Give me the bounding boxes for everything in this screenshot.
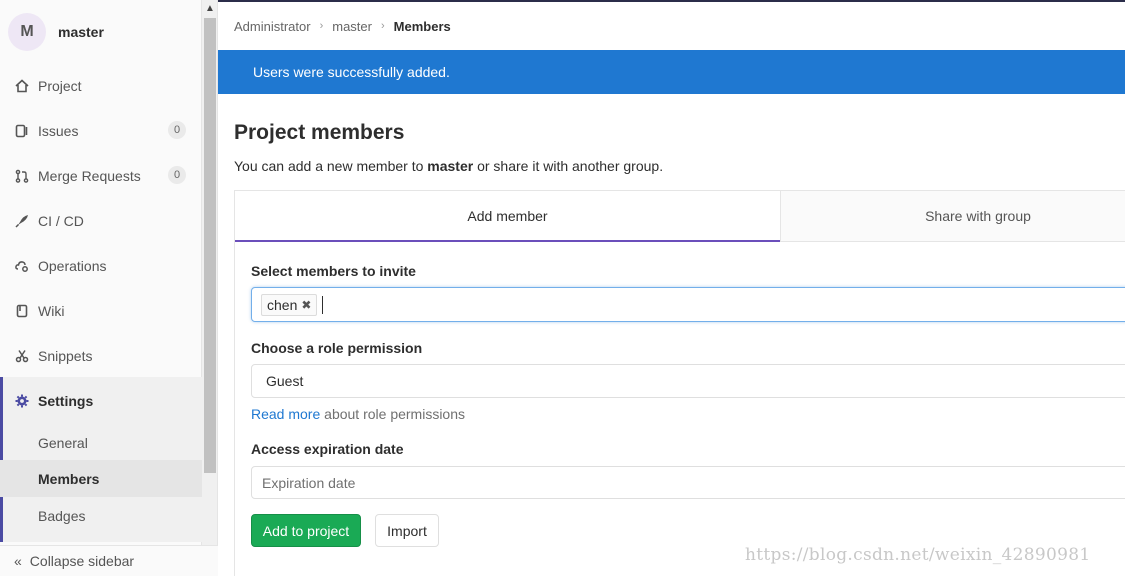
import-button[interactable]: Import bbox=[375, 514, 439, 547]
collapse-sidebar-button[interactable]: « Collapse sidebar bbox=[0, 545, 218, 576]
expiration-label: Access expiration date bbox=[251, 441, 404, 457]
sidebar-item-label: Operations bbox=[38, 258, 107, 274]
sidebar-subitem-general[interactable]: General bbox=[0, 424, 202, 461]
cloud-gear-icon bbox=[14, 258, 30, 274]
scrollbar-thumb[interactable] bbox=[204, 18, 216, 473]
sidebar-item-ci-cd[interactable]: CI / CD bbox=[0, 199, 202, 243]
flash-notice: Users were successfully added. bbox=[218, 50, 1125, 94]
role-select-value: Guest bbox=[266, 373, 304, 389]
sidebar-item-settings[interactable]: Settings bbox=[0, 379, 202, 423]
sidebar-subitem-members[interactable]: Members bbox=[0, 460, 202, 497]
breadcrumb-members[interactable]: Members bbox=[394, 19, 451, 34]
expiration-date-input[interactable]: Expiration date bbox=[251, 466, 1125, 499]
issues-count-badge: 0 bbox=[168, 121, 186, 139]
sidebar-item-issues[interactable]: Issues 0 bbox=[0, 109, 202, 153]
sidebar: M master Project Issues 0 Merge Requests… bbox=[0, 0, 202, 576]
text-caret bbox=[322, 296, 323, 314]
rocket-icon bbox=[14, 213, 30, 229]
project-name: master bbox=[58, 24, 104, 40]
breadcrumb-administrator[interactable]: Administrator bbox=[234, 19, 311, 34]
page-description-text-end: or share it with another group. bbox=[473, 158, 664, 174]
project-context[interactable]: M master bbox=[8, 12, 104, 52]
chevron-right-icon: › bbox=[380, 20, 385, 32]
sidebar-item-label: Merge Requests bbox=[38, 168, 141, 184]
page-description-text: You can add a new member to bbox=[234, 158, 428, 174]
issues-icon bbox=[14, 123, 30, 139]
role-label: Choose a role permission bbox=[251, 340, 423, 356]
watermark-text: https://blog.csdn.net/weixin_42890981 bbox=[745, 545, 1091, 565]
sidebar-item-snippets[interactable]: Snippets bbox=[0, 334, 202, 378]
sidebar-scrollbar[interactable]: ▲ bbox=[202, 0, 218, 576]
sidebar-item-label: Issues bbox=[38, 123, 79, 139]
sidebar-item-operations[interactable]: Operations bbox=[0, 244, 202, 288]
collapse-sidebar-label: Collapse sidebar bbox=[29, 553, 135, 569]
expiration-placeholder: Expiration date bbox=[262, 474, 356, 491]
page-title: Project members bbox=[234, 121, 405, 144]
sidebar-item-label: Project bbox=[38, 78, 82, 94]
role-help-suffix: about role permissions bbox=[320, 406, 466, 422]
remove-token-icon[interactable]: ✖ bbox=[301, 298, 311, 312]
flash-message: Users were successfully added. bbox=[253, 64, 450, 80]
gear-icon bbox=[14, 393, 30, 409]
double-chevron-left-icon: « bbox=[14, 553, 22, 569]
role-help-text: Read more about role permissions bbox=[251, 406, 465, 422]
sidebar-item-wiki[interactable]: Wiki bbox=[0, 289, 202, 333]
project-avatar: M bbox=[8, 13, 46, 51]
scroll-up-arrow-icon[interactable]: ▲ bbox=[202, 2, 218, 16]
member-tabs: Add member Share with group bbox=[234, 190, 1125, 242]
home-icon bbox=[14, 78, 30, 94]
project-name-bold: master bbox=[427, 158, 474, 174]
tab-share-with-group[interactable]: Share with group bbox=[780, 191, 1125, 242]
role-select[interactable]: Guest bbox=[251, 364, 1125, 398]
add-to-project-button[interactable]: Add to project bbox=[251, 514, 361, 547]
merge-request-icon bbox=[14, 168, 30, 184]
breadcrumb-master[interactable]: master bbox=[332, 19, 372, 34]
sidebar-item-label: CI / CD bbox=[38, 213, 84, 229]
merge-requests-count-badge: 0 bbox=[168, 166, 186, 184]
token-label: chen bbox=[267, 297, 298, 313]
page-description: You can add a new member to master or sh… bbox=[234, 158, 663, 174]
invite-label: Select members to invite bbox=[251, 263, 416, 279]
members-search-input[interactable]: chen ✖ bbox=[251, 287, 1125, 322]
sidebar-item-label: Wiki bbox=[38, 303, 65, 319]
sidebar-item-label: Settings bbox=[38, 393, 94, 409]
sidebar-item-project[interactable]: Project bbox=[0, 64, 202, 108]
book-icon bbox=[14, 303, 30, 319]
sidebar-item-label: Snippets bbox=[38, 348, 93, 364]
read-more-link[interactable]: Read more bbox=[251, 406, 320, 422]
scissors-icon bbox=[14, 348, 30, 364]
sidebar-item-merge-requests[interactable]: Merge Requests 0 bbox=[0, 154, 202, 198]
tab-add-member[interactable]: Add member bbox=[235, 191, 780, 242]
sidebar-subitem-badges[interactable]: Badges bbox=[0, 497, 202, 534]
breadcrumb: Administrator › master › Members bbox=[234, 16, 451, 36]
selected-user-token[interactable]: chen ✖ bbox=[261, 294, 318, 316]
chevron-right-icon: › bbox=[319, 20, 324, 32]
top-border bbox=[218, 0, 1125, 2]
